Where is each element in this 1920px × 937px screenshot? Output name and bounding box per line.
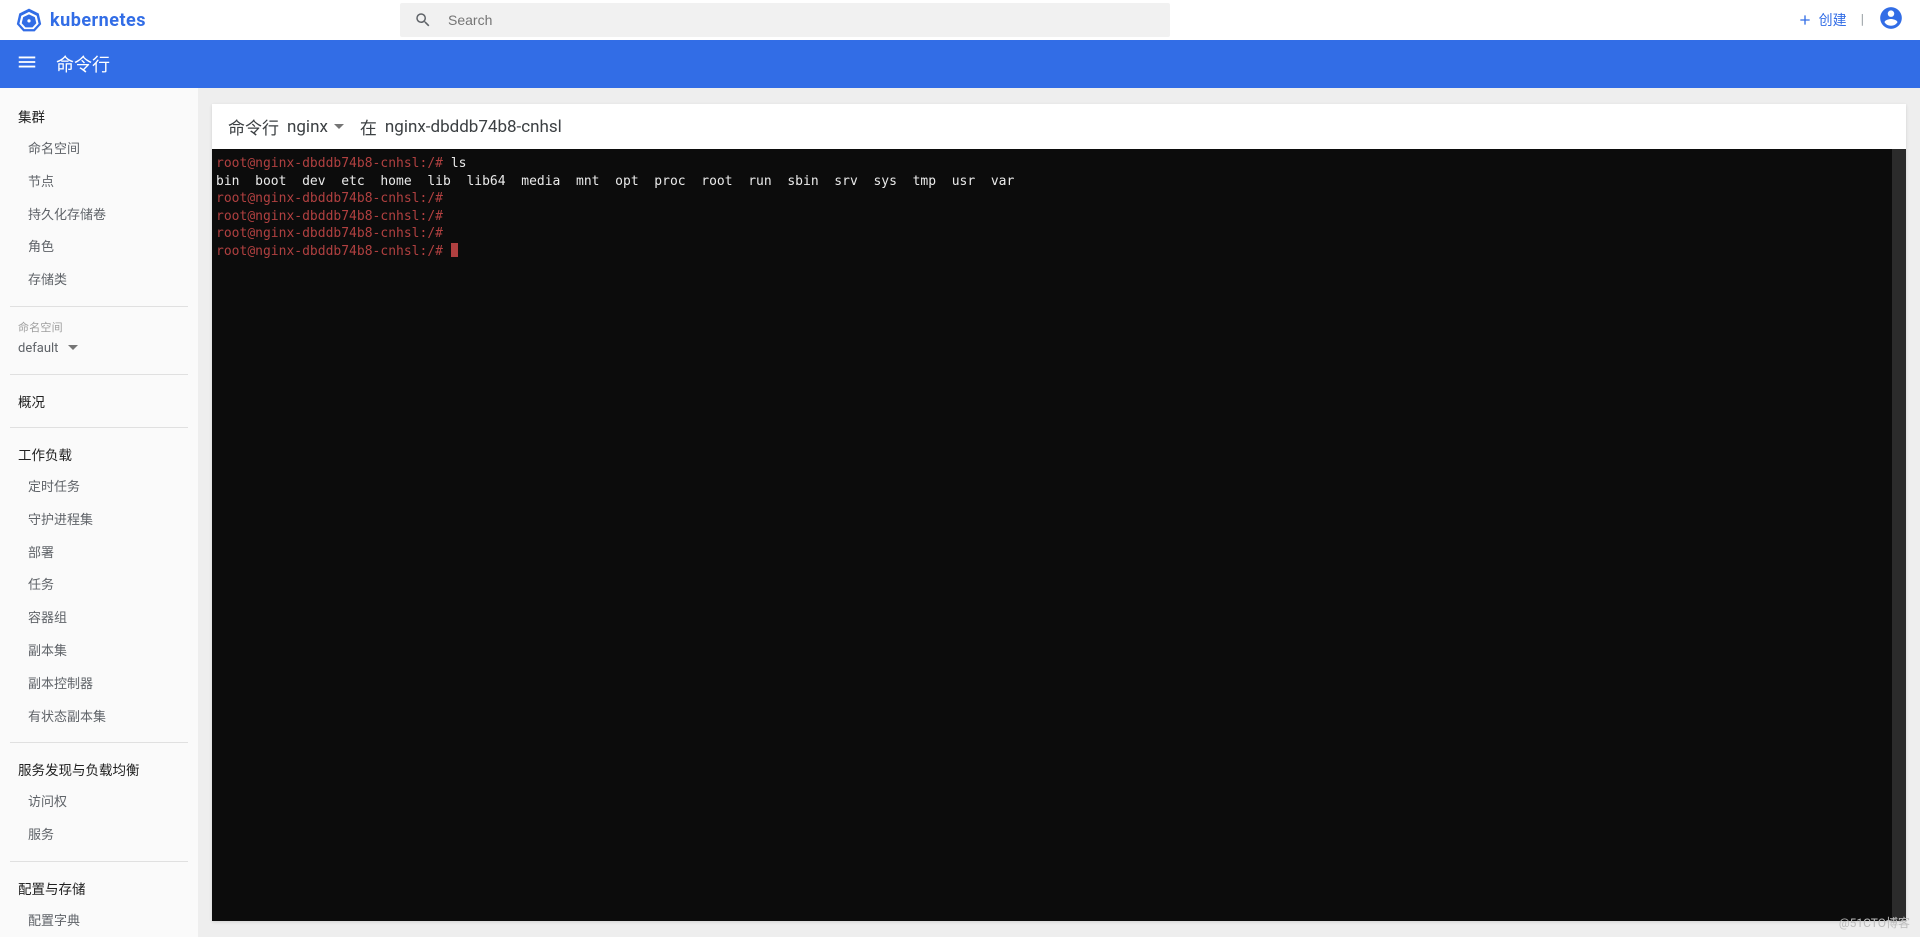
main-content: 命令行 nginx 在 nginx-dbddb74b8-cnhsl root@n… — [198, 88, 1920, 937]
header-actions: 创建 | — [1797, 5, 1904, 35]
shell-header: 命令行 nginx 在 nginx-dbddb74b8-cnhsl — [212, 104, 1906, 149]
sidebar-item-cluster-1[interactable]: 节点 — [0, 167, 198, 200]
sidebar-heading-cluster[interactable]: 集群 — [0, 98, 198, 134]
sidebar-item-workload-2[interactable]: 部署 — [0, 538, 198, 571]
shell-in-prefix: 在 — [360, 114, 377, 139]
pod-name: nginx — [287, 117, 328, 137]
shell-pod-full: nginx-dbddb74b8-cnhsl — [385, 117, 562, 137]
terminal-prompt: root@nginx-dbddb74b8-cnhsl:/# — [216, 190, 1888, 208]
sidebar-item-workload-7[interactable]: 有状态副本集 — [0, 702, 198, 735]
sidebar-item-workload-6[interactable]: 副本控制器 — [0, 669, 198, 702]
sidebar-item-discovery-0[interactable]: 访问权 — [0, 787, 198, 820]
sidebar-heading-config[interactable]: 配置与存储 — [0, 870, 198, 906]
kubernetes-icon — [16, 7, 42, 33]
terminal-output: bin boot dev etc home lib lib64 media mn… — [216, 173, 1888, 191]
divider — [10, 861, 188, 862]
shell-card: 命令行 nginx 在 nginx-dbddb74b8-cnhsl root@n… — [212, 104, 1906, 921]
sidebar-item-workload-5[interactable]: 副本集 — [0, 636, 198, 669]
terminal-prompt: root@nginx-dbddb74b8-cnhsl:/# ls — [216, 155, 1888, 173]
divider — [10, 427, 188, 428]
user-avatar[interactable] — [1878, 5, 1904, 35]
cursor — [451, 243, 458, 257]
create-button[interactable]: 创建 — [1797, 10, 1847, 30]
sidebar-heading-discovery[interactable]: 服务发现与负载均衡 — [0, 751, 198, 787]
divider — [10, 374, 188, 375]
account-circle-icon — [1878, 5, 1904, 31]
sidebar-item-config-0[interactable]: 配置字典 — [0, 906, 198, 937]
terminal-prompt: root@nginx-dbddb74b8-cnhsl:/# — [216, 208, 1888, 226]
search-box[interactable] — [400, 3, 1170, 37]
app-header: kubernetes 创建 | — [0, 0, 1920, 40]
namespace-label: 命名空间 — [0, 315, 198, 335]
pod-selector[interactable]: nginx — [287, 117, 344, 137]
divider — [10, 742, 188, 743]
terminal-prompt: root@nginx-dbddb74b8-cnhsl:/# — [216, 243, 1888, 261]
sidebar-item-cluster-0[interactable]: 命名空间 — [0, 134, 198, 167]
create-label: 创建 — [1819, 10, 1847, 30]
brand-name: kubernetes — [50, 10, 146, 31]
terminal-prompt: root@nginx-dbddb74b8-cnhsl:/# — [216, 225, 1888, 243]
page-title: 命令行 — [56, 51, 110, 77]
namespace-selector[interactable]: default — [0, 335, 198, 366]
sidebar-item-workload-0[interactable]: 定时任务 — [0, 472, 198, 505]
sidebar-item-workload-4[interactable]: 容器组 — [0, 603, 198, 636]
terminal[interactable]: root@nginx-dbddb74b8-cnhsl:/# lsbin boot… — [212, 149, 1906, 921]
search-icon — [414, 11, 432, 29]
sidebar-item-cluster-3[interactable]: 角色 — [0, 232, 198, 265]
logo[interactable]: kubernetes — [16, 7, 400, 33]
sidebar-item-cluster-2[interactable]: 持久化存储卷 — [0, 200, 198, 233]
divider — [10, 306, 188, 307]
sidebar-item-cluster-4[interactable]: 存储类 — [0, 265, 198, 298]
menu-button[interactable] — [16, 51, 38, 77]
caret-down-icon — [334, 122, 344, 132]
separator: | — [1861, 12, 1864, 28]
menu-icon — [16, 51, 38, 73]
sidebar: 集群 命名空间节点持久化存储卷角色存储类 命名空间 default 概况 工作负… — [0, 88, 198, 937]
sidebar-item-workload-3[interactable]: 任务 — [0, 570, 198, 603]
namespace-selected: default — [18, 341, 58, 356]
sidebar-heading-workloads[interactable]: 工作负载 — [0, 436, 198, 472]
shell-title-prefix: 命令行 — [228, 114, 279, 139]
sidebar-item-workload-1[interactable]: 守护进程集 — [0, 505, 198, 538]
search-input[interactable] — [448, 12, 1156, 28]
toolbar: 命令行 — [0, 40, 1920, 88]
plus-icon — [1797, 12, 1813, 28]
sidebar-heading-overview[interactable]: 概况 — [0, 383, 198, 419]
caret-down-icon — [68, 343, 78, 353]
watermark: @51CTO博客 — [1839, 914, 1910, 931]
sidebar-item-discovery-1[interactable]: 服务 — [0, 820, 198, 853]
